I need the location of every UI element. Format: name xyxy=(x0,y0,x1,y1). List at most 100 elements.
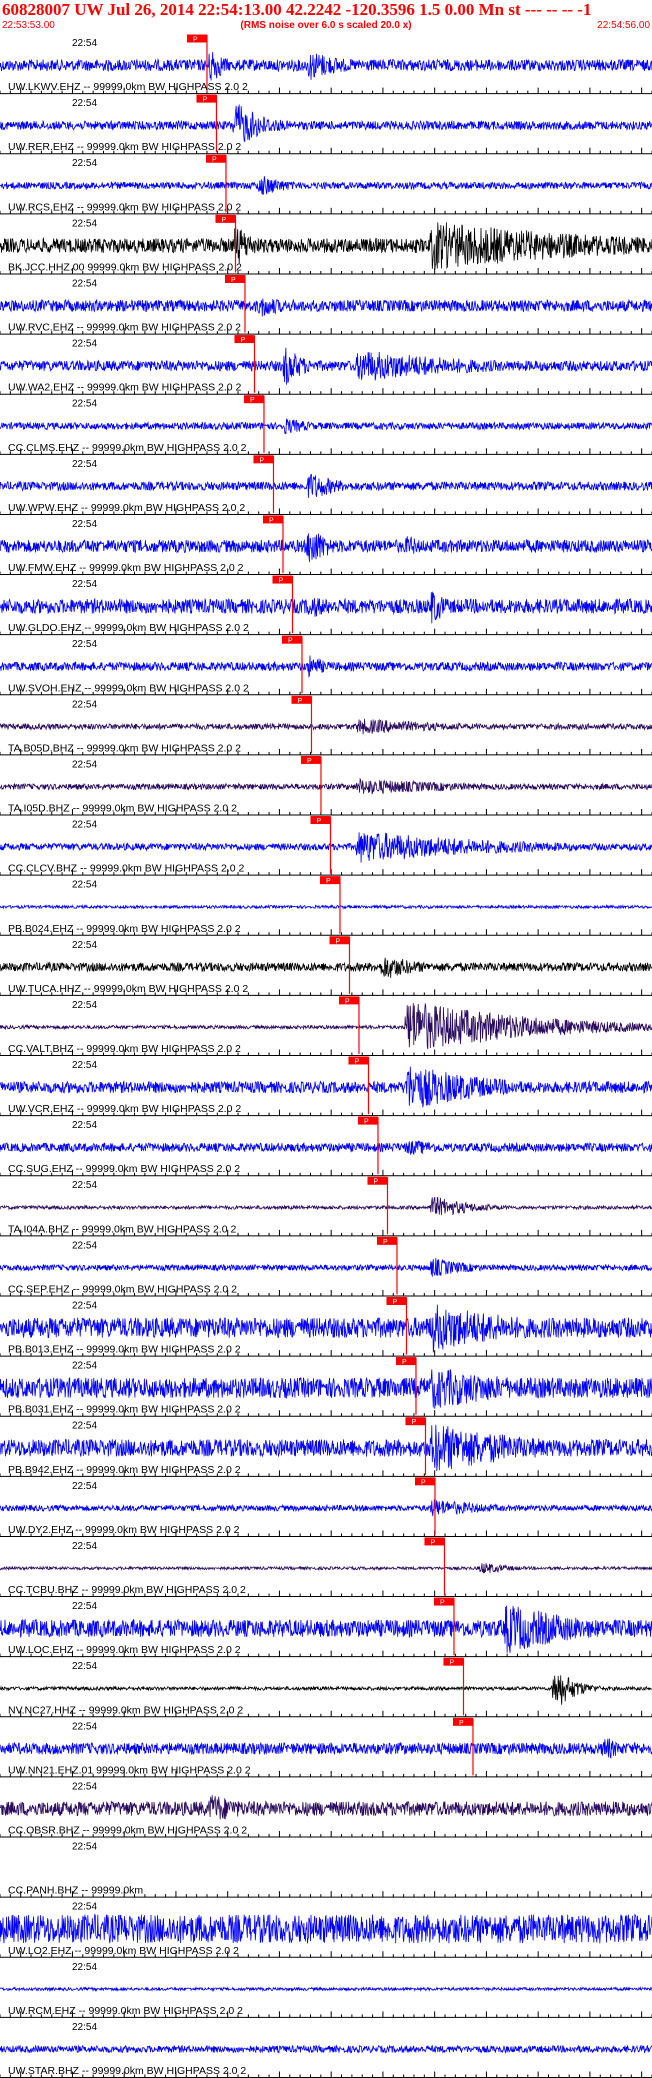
waveform xyxy=(0,473,652,498)
time-axis-label: 22:54 xyxy=(72,1781,97,1792)
pick-label: P xyxy=(193,37,198,44)
time-axis-label: 22:54 xyxy=(72,1962,97,1973)
pick-label: P xyxy=(354,1059,359,1066)
trace: 22:54 P CC.SUG.EHZ -- 99999.0km BW HIGHPAS… xyxy=(0,1116,652,1177)
time-axis-label: 22:54 xyxy=(72,459,97,470)
time-axis-label: 22:54 xyxy=(72,38,97,49)
waveform xyxy=(0,1258,652,1277)
time-axis-label: 22:54 xyxy=(72,1541,97,1552)
time-axis-label: 22:54 xyxy=(72,880,97,891)
trace-label: UW.DY2.EHZ -- 99999.0km BW HIGHPASS 2.0 … xyxy=(8,1524,240,1536)
pick-label: P xyxy=(430,1539,435,1546)
trace: 22:54 P UW.RER.EHZ -- 99999.0km BW HIGHPAS… xyxy=(0,94,652,155)
waveform xyxy=(0,1738,652,1759)
waveform xyxy=(0,1066,652,1108)
trace-label: PB.B024.EHZ -- 99999.0km BW HIGHPASS 2.0… xyxy=(8,923,241,935)
trace: 22:54 P UW.DY2.EHZ -- 99999.0km BW HIGHPAS… xyxy=(0,1477,652,1537)
trace: 22:54 P CC.CLMS.EHZ -- 99999.0km BW HIGHPA… xyxy=(0,395,652,455)
time-axis-label: 22:54 xyxy=(72,639,97,650)
waveform xyxy=(0,1563,652,1574)
time-axis-label: 22:54 xyxy=(72,2022,97,2033)
time-axis-label: 22:54 xyxy=(72,339,97,350)
trace-label: UW.NN21.EHZ.01 99999.0km BW HIGHPASS 2.0… xyxy=(8,1764,251,1776)
time-axis-label: 22:54 xyxy=(72,579,97,590)
time-axis-label: 22:54 xyxy=(72,1661,97,1672)
pick-label: P xyxy=(307,758,312,765)
trace-label: UW.TUCA.HHZ -- 99999.0km BW HIGHPASS 2.0… xyxy=(8,983,248,995)
waveform xyxy=(0,51,652,81)
trace-label: UW.STAR.BHZ -- 99999.0km BW HIGHPASS 2.0… xyxy=(8,2065,246,2077)
waveform xyxy=(0,957,652,978)
time-axis-label: 22:54 xyxy=(72,1421,97,1432)
trace: 22:54 P UW.WA2.EHZ -- 99999.0km BW HIGHPAS… xyxy=(0,335,652,395)
waveform xyxy=(0,591,652,624)
trace-label: CC.OBSR.BHZ -- 99999.0km BW HIGHPASS 2.0… xyxy=(8,1825,247,1837)
trace: 22:54 P UW.RVC.EHZ -- 99999.0km BW HIGHPAS… xyxy=(0,274,652,335)
trace: 22:54 P UW.LKWV.EHZ -- 99999.0km BW HIGHPA… xyxy=(0,34,652,95)
trace-label: UW.RCS.EHZ -- 99999.0km BW HIGHPASS 2.0 … xyxy=(8,201,241,213)
trace-label: UW.RER.EHZ -- 99999.0km BW HIGHPASS 2.0 … xyxy=(8,141,241,153)
trace: 22:54 P PB.B031.EHZ -- 99999.0km BW HIGHPA… xyxy=(0,1357,652,1417)
trace-label: CC.SEP.EHZ -- 99999.0km BW HIGHPASS 2.0 … xyxy=(8,1283,237,1295)
waveform xyxy=(0,832,652,863)
time-axis-label: 22:54 xyxy=(72,1300,97,1311)
pick-label: P xyxy=(240,337,245,344)
pick-label: P xyxy=(250,397,255,404)
waveform xyxy=(0,655,652,678)
trace: 22:54 P CC.SEP.EHZ -- 99999.0km BW HIGHPAS… xyxy=(0,1236,652,1297)
trace: 22:54 P UW.GLDO.EHZ -- 99999.0km BW HIGHPA… xyxy=(0,575,652,636)
pick-label: P xyxy=(459,1720,464,1727)
waveform xyxy=(0,1795,652,1820)
pick-label: P xyxy=(221,217,226,224)
pick-label: P xyxy=(421,1479,426,1486)
trace: 22:54 P CC.TCBU.BHZ -- 99999.0km BW HIGHPA… xyxy=(0,1537,652,1598)
waveform xyxy=(0,2044,652,2055)
trace: 22:54 P UW.RCS.EHZ -- 99999.0km BW HIGHPAS… xyxy=(0,154,652,215)
time-axis-label: 22:54 xyxy=(72,1240,97,1251)
trace-label: PB.B031.EHZ -- 99999.0km BW HIGHPASS 2.0… xyxy=(8,1404,241,1416)
trace: 22:54 P UW.TUCA.HHZ -- 99999.0km BW HIGHPA… xyxy=(0,936,652,996)
trace: 22:54 P CC.VALT.BHZ -- 99999.0km BW HIGHPA… xyxy=(0,996,652,1056)
pick-label: P xyxy=(449,1660,454,1667)
waveform xyxy=(0,533,652,562)
trace-label: PB.B013.EHZ -- 99999.0km BW HIGHPASS 2.0… xyxy=(8,1344,241,1356)
pick-label: P xyxy=(259,457,264,464)
pick-label: P xyxy=(297,698,302,705)
trace: 22:54 P UW.WPW.EHZ -- 99999.0km BW HIGHPAS… xyxy=(0,455,652,515)
pick-label: P xyxy=(383,1239,388,1246)
trace: 22:54 P UW.LOC.EHZ -- 99999.0km BW HIGHPAS… xyxy=(0,1597,652,1658)
trace-label: TA.I04A.BHZ -- 99999.0km BW HIGHPASS 2.0… xyxy=(8,1223,237,1235)
time-axis-label: 22:54 xyxy=(72,820,97,831)
waveform xyxy=(0,718,652,735)
pick-label: P xyxy=(202,97,207,104)
trace-label: UW.SVOH.EHZ -- 99999.0km BW HIGHPASS 2.0… xyxy=(8,682,249,694)
pick-label: P xyxy=(402,1359,407,1366)
trace: 22:54 P TA.I05D.BHZ -- 99999.0km BW HIGHPA… xyxy=(0,755,652,816)
trace-label: CC.CLCV.BHZ -- 99999.0km BW HIGHPASS 2.0… xyxy=(8,863,244,875)
trace-label: UW.LKWV.EHZ -- 99999.0km BW HIGHPASS 2.0… xyxy=(8,81,248,93)
time-axis-label: 22:54 xyxy=(72,1721,97,1732)
trace: 22:54 P TA.I04A.BHZ -- 99999.0km BW HIGHPA… xyxy=(0,1176,652,1237)
trace: 22:54 P PB.B942.EHZ -- 99999.0km BW HIGHPA… xyxy=(0,1417,652,1477)
trace-label: UW.FMW.EHZ -- 99999.0km BW HIGHPASS 2.0 … xyxy=(8,562,244,574)
trace-label: UW.LOC.EHZ -- 99999.0km BW HIGHPASS 2.0 … xyxy=(8,1644,241,1656)
trace-label: UW.GLDO.EHZ -- 99999.0km BW HIGHPASS 2.0… xyxy=(8,622,249,634)
trace: 22:54 P PB.B013.EHZ -- 99999.0km BW HIGHPA… xyxy=(0,1296,652,1357)
waveform xyxy=(0,418,652,435)
pick-label: P xyxy=(269,517,274,524)
trace-label: CC.TCBU.BHZ -- 99999.0km BW HIGHPASS 2.0… xyxy=(8,1584,246,1596)
time-axis-label: 22:54 xyxy=(72,1120,97,1131)
time-axis-label: 22:54 xyxy=(72,1361,97,1372)
trace: 22:54 P TA.B05D.BHZ -- 99999.0km BW HIGHPA… xyxy=(0,695,652,756)
event-title: 60828007 UW Jul 26, 2014 22:54:13.00 42.… xyxy=(2,0,592,19)
time-axis-label: 22:54 xyxy=(72,1842,97,1853)
pick-label: P xyxy=(364,1119,369,1126)
trace-label: UW.WA2.EHZ -- 99999.0km BW HIGHPASS 2.0 … xyxy=(8,382,242,394)
trace: 22:54 P UW.NN21.EHZ.01 99999.0km BW HIGHPA… xyxy=(0,1717,652,1778)
trace-label: TA.I05D.BHZ -- 99999.0km BW HIGHPASS 2.0… xyxy=(8,803,237,815)
trace: 22:54 P UW.SVOH.EHZ -- 99999.0km BW HIGHPA… xyxy=(0,635,652,696)
time-axis-label: 22:54 xyxy=(72,1902,97,1913)
trace-label: PB.B942.EHZ -- 99999.0km BW HIGHPASS 2.0… xyxy=(8,1464,241,1476)
trace-label: TA.B05D.BHZ -- 99999.0km BW HIGHPASS 2.0… xyxy=(8,742,241,754)
trace-label: CC.PANH.BHZ -- 99999.0km xyxy=(8,1885,143,1897)
